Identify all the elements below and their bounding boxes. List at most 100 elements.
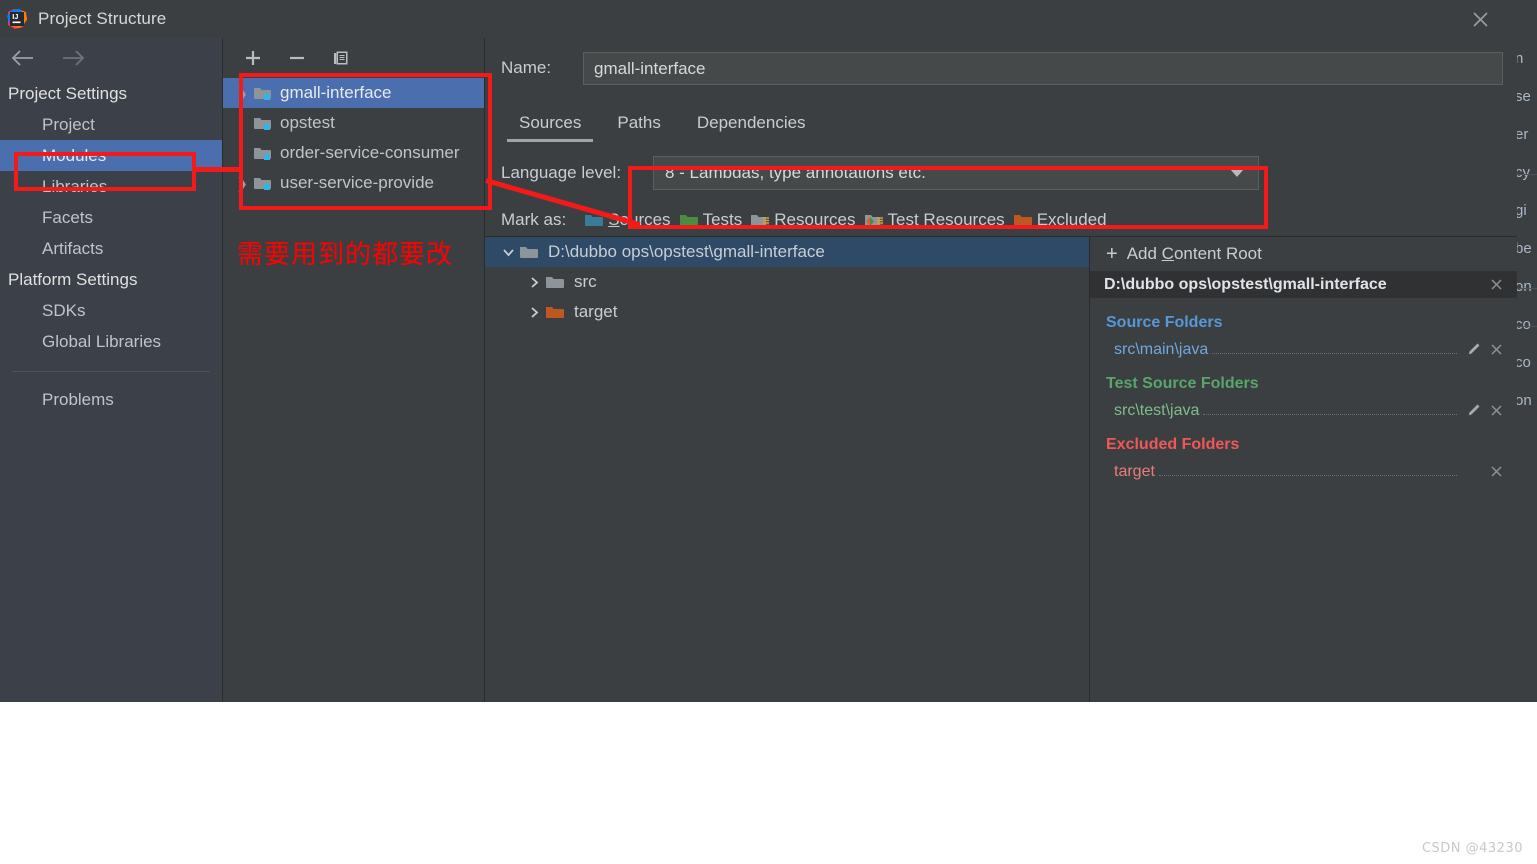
module-row-order-service-consumer[interactable]: order-service-consumer (223, 138, 484, 168)
dialog-titlebar: IJ Project Structure (0, 0, 1517, 38)
content-root-header[interactable]: D:\dubbo ops\opstest\gmall-interface (1090, 271, 1517, 298)
test-source-folder-row[interactable]: src\test\java (1090, 393, 1517, 420)
leader-dots (1203, 414, 1457, 415)
excluded-folders-title: Excluded Folders (1106, 436, 1240, 453)
folder-test-resources-icon (864, 212, 884, 228)
project-structure-dialog: IJ Project Structure Project Settings Pr… (0, 0, 1517, 702)
excluded-folder-path: target (1114, 463, 1155, 480)
mark-as-resources-button[interactable]: Resources (750, 210, 856, 230)
tab-paths[interactable]: Paths (599, 113, 678, 142)
sidebar-group-project-settings: Project Settings (8, 84, 128, 103)
module-folder-icon (253, 115, 273, 131)
module-folder-icon (253, 175, 273, 191)
close-icon[interactable] (1457, 0, 1503, 38)
tab-dependencies[interactable]: Dependencies (679, 113, 824, 142)
close-icon[interactable] (1485, 275, 1507, 295)
sidebar-item-sdks[interactable]: SDKs (0, 295, 222, 326)
bg-line: on (1515, 278, 1532, 295)
tab-sources[interactable]: Sources (501, 113, 599, 142)
add-content-root-button[interactable]: + Add Content Root (1090, 237, 1517, 271)
arrow-left-icon[interactable] (8, 45, 38, 71)
chevron-right-icon[interactable]: ❯ (231, 85, 253, 102)
excluded-folder-row[interactable]: target (1090, 454, 1517, 481)
folder-grey-icon (545, 274, 565, 290)
module-name-row: Name: gmall-interface (485, 38, 1517, 98)
language-level-row: Language level: 8 - Lambdas, type annota… (485, 142, 1517, 204)
mark-as-sources-button[interactable]: Sources (584, 210, 671, 230)
sidebar-item-problems[interactable]: Problems (0, 384, 222, 415)
bg-line: se (1515, 88, 1531, 105)
copy-icon[interactable] (327, 44, 355, 72)
bg-line: er (1515, 126, 1529, 143)
folder-resources-icon (750, 212, 770, 228)
chevron-right-icon[interactable]: ❯ (231, 175, 253, 192)
leader-dots (1158, 475, 1457, 476)
sources-lower-split: D:\dubbo ops\opstest\gmall-interface src… (485, 236, 1517, 702)
bg-line: on (1515, 392, 1532, 409)
module-label: order-service-consumer (280, 143, 460, 162)
chevron-right-icon[interactable] (523, 276, 545, 289)
tree-row[interactable]: D:\dubbo ops\opstest\gmall-interface (485, 237, 1089, 267)
chevron-down-icon[interactable] (497, 246, 519, 259)
tree-row[interactable]: target (485, 297, 1089, 327)
mark-as-test-resources-button[interactable]: Test Resources (864, 210, 1005, 230)
sidebar-divider (12, 371, 210, 372)
module-row-user-service-provide[interactable]: ❯ user-service-provide (223, 168, 484, 198)
name-label: Name: (501, 58, 552, 77)
bg-line: co (1515, 316, 1531, 333)
mark-as-row: Mark as: Sources Tests Resources Test Re… (485, 204, 1517, 236)
module-row-opstest[interactable]: opstest (223, 108, 484, 138)
bg-line: be (1515, 240, 1532, 257)
content-roots-tree: D:\dubbo ops\opstest\gmall-interface src… (485, 237, 1090, 702)
watermark: CSDN @43230 (1421, 841, 1523, 856)
module-folder-icon (253, 145, 273, 161)
content-root-details-panel: + Add Content Root D:\dubbo ops\opstest\… (1090, 237, 1517, 702)
module-row-gmall-interface[interactable]: ❯ gmall-interface (223, 78, 484, 108)
close-icon[interactable] (1485, 400, 1507, 420)
mark-as-tests-button[interactable]: Tests (679, 210, 742, 230)
sidebar-item-facets[interactable]: Facets (0, 202, 222, 233)
pencil-icon[interactable] (1463, 339, 1485, 359)
folder-sources-icon (584, 212, 604, 228)
mark-as-excluded-button[interactable]: Excluded (1013, 210, 1107, 230)
page-title: Project Structure (38, 9, 167, 28)
minus-icon[interactable] (283, 44, 311, 72)
source-folder-row[interactable]: src\main\java (1090, 332, 1517, 359)
pencil-icon[interactable] (1463, 400, 1485, 420)
detail-tabs: Sources Paths Dependencies (485, 98, 1517, 142)
plus-icon: + (1106, 243, 1118, 265)
language-level-select[interactable]: 8 - Lambdas, type annotations etc. (653, 156, 1259, 190)
bg-line: gi (1515, 202, 1527, 219)
source-folders-title: Source Folders (1106, 314, 1223, 331)
folder-excluded-icon (1013, 212, 1033, 228)
sidebar-item-modules[interactable]: Modules (0, 140, 222, 171)
modules-tree: ❯ gmall-interface opstest order-service-… (223, 78, 484, 198)
module-label: opstest (280, 113, 335, 132)
sidebar-item-project[interactable]: Project (0, 109, 222, 140)
sidebar-item-global-libraries[interactable]: Global Libraries (0, 326, 222, 357)
arrow-right-icon[interactable] (58, 45, 88, 71)
background-cut-text: n se er cy gi be on co co on (1515, 40, 1537, 420)
sidebar-item-libraries[interactable]: Libraries (0, 171, 222, 202)
name-input[interactable]: gmall-interface (583, 51, 1503, 85)
source-folder-path: src\main\java (1114, 341, 1209, 358)
test-source-folder-path: src\test\java (1114, 402, 1200, 419)
tree-label: target (574, 302, 618, 321)
annotation-chinese-note: 需要用到的都要改 (237, 240, 454, 270)
settings-sidebar: Project Settings Project Modules Librari… (0, 38, 223, 702)
navigation-arrows (0, 38, 222, 78)
close-icon[interactable] (1485, 461, 1507, 481)
bg-line: n (1515, 50, 1524, 67)
module-label: gmall-interface (280, 83, 392, 102)
mark-as-label-resources: Resources (774, 210, 856, 229)
chevron-right-icon[interactable] (523, 306, 545, 319)
plus-icon[interactable] (239, 44, 267, 72)
tree-row[interactable]: src (485, 267, 1089, 297)
leader-dots (1212, 353, 1457, 354)
sidebar-item-artifacts[interactable]: Artifacts (0, 233, 222, 264)
modules-toolbar (223, 38, 484, 78)
close-icon[interactable] (1485, 339, 1507, 359)
svg-text:IJ: IJ (12, 12, 18, 21)
tree-label: D:\dubbo ops\opstest\gmall-interface (548, 242, 825, 261)
